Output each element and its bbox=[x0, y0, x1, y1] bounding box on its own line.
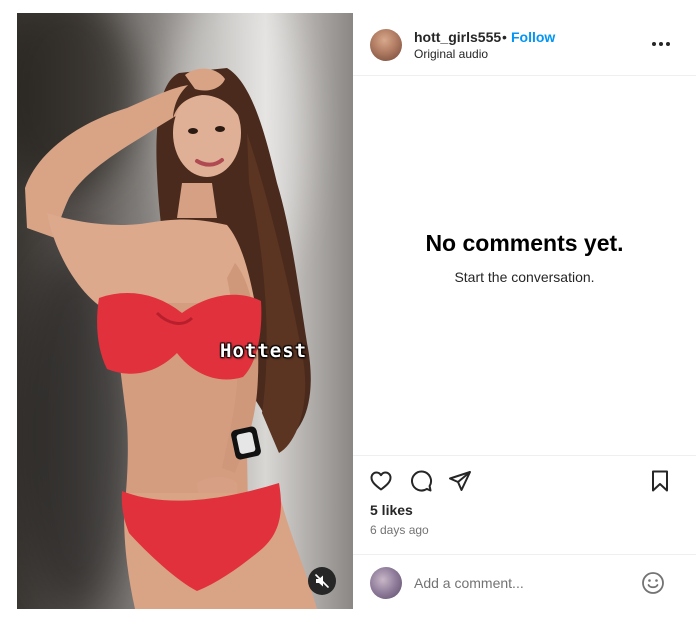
post-side-panel: hott_girls555 • Follow Original audio No… bbox=[353, 13, 696, 609]
more-options-button[interactable] bbox=[649, 34, 673, 54]
share-button[interactable] bbox=[447, 468, 473, 494]
comment-button[interactable] bbox=[408, 468, 434, 494]
no-comments-subtitle: Start the conversation. bbox=[454, 269, 595, 285]
comment-composer bbox=[353, 554, 696, 610]
no-comments-title: No comments yet. bbox=[425, 230, 624, 256]
speech-bubble-icon bbox=[411, 470, 433, 492]
author-avatar[interactable] bbox=[370, 29, 402, 61]
separator-dot: • bbox=[502, 29, 507, 45]
post-dialog: Hottest hott_girls555 • Follow Original … bbox=[17, 13, 696, 609]
reel-video[interactable]: Hottest bbox=[17, 13, 353, 609]
post-header: hott_girls555 • Follow Original audio bbox=[353, 13, 696, 76]
comment-input[interactable] bbox=[414, 575, 624, 591]
woman-figure bbox=[25, 68, 318, 609]
paper-plane-icon bbox=[449, 471, 471, 491]
more-options-icon bbox=[652, 42, 656, 46]
heart-icon bbox=[370, 471, 392, 491]
author-username[interactable]: hott_girls555 bbox=[414, 29, 501, 45]
speaker-muted-icon bbox=[315, 574, 329, 588]
follow-button[interactable]: Follow bbox=[511, 29, 555, 45]
post-timestamp[interactable]: 6 days ago bbox=[370, 523, 429, 537]
bookmark-icon bbox=[652, 470, 668, 492]
save-button[interactable] bbox=[647, 468, 673, 494]
actions-divider bbox=[353, 455, 696, 456]
video-caption-overlay: Hottest bbox=[220, 340, 308, 362]
smiley-icon bbox=[642, 572, 664, 594]
likes-count[interactable]: 5 likes bbox=[370, 502, 413, 518]
audio-label[interactable]: Original audio bbox=[414, 47, 488, 61]
mute-button[interactable] bbox=[308, 567, 336, 595]
viewer-avatar bbox=[370, 567, 402, 599]
emoji-button[interactable] bbox=[641, 571, 665, 595]
like-button[interactable] bbox=[368, 468, 394, 494]
